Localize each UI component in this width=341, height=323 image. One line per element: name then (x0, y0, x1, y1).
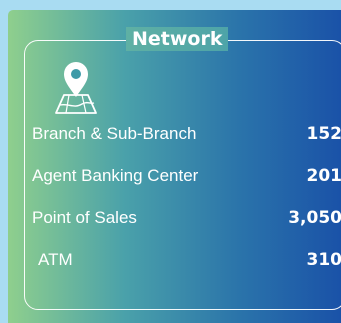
item-label: Branch & Sub-Branch (32, 124, 197, 143)
list-item: Branch & Sub-Branch 152 (32, 124, 341, 148)
list-item: Agent Banking Center 201 (32, 166, 341, 190)
card-title: Network (132, 28, 223, 50)
item-label: Agent Banking Center (32, 166, 199, 185)
map-location-pin-icon (52, 57, 100, 115)
item-label: Point of Sales (32, 208, 137, 227)
network-card: Network Branch & Sub-Branch 152 Agent Ba… (8, 10, 341, 323)
item-value: 152 (306, 124, 341, 144)
item-value: 310 (306, 250, 341, 270)
list-item: ATM 310 (32, 250, 341, 274)
item-value: 201 (306, 166, 341, 186)
card-title-wrap: Network (126, 27, 229, 51)
item-value: 3,050 (288, 208, 341, 228)
list-item: Point of Sales 3,050 (32, 208, 341, 232)
item-label: ATM (38, 250, 73, 269)
